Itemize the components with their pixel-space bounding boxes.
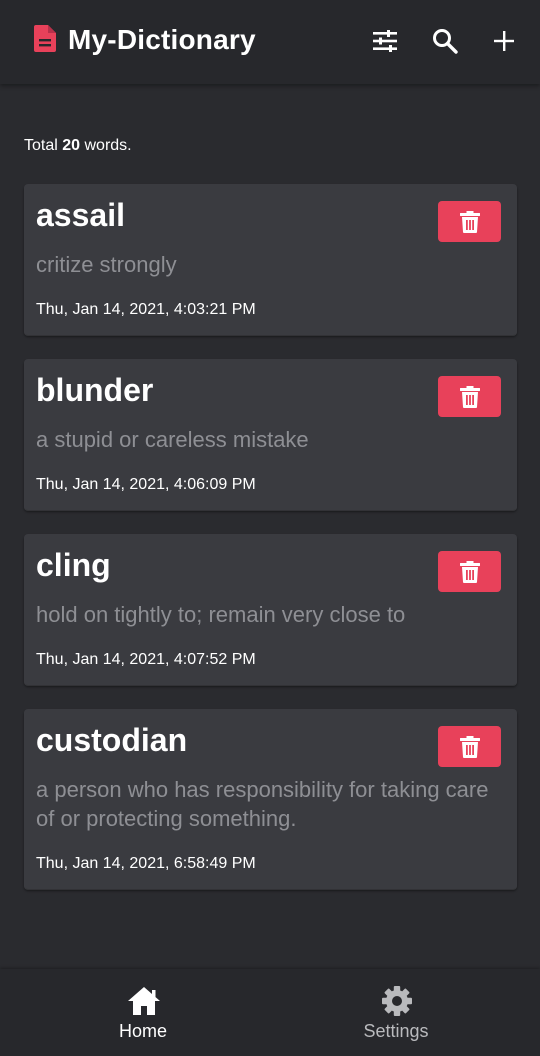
word-date: Thu, Jan 14, 2021, 6:58:49 PM (36, 855, 256, 872)
trash-icon (459, 210, 480, 233)
delete-word-button[interactable] (438, 201, 501, 242)
trash-icon (459, 385, 480, 408)
word-date: Thu, Jan 14, 2021, 4:06:09 PM (36, 476, 256, 493)
app-header: My-Dictionary (0, 0, 540, 84)
nav-home[interactable]: Home (8, 969, 278, 1056)
word-meaning: a person who has responsibility for taki… (36, 777, 489, 831)
nav-settings[interactable]: Settings (261, 969, 531, 1056)
word-meaning: hold on tightly to; remain very close to (36, 602, 406, 627)
nav-settings-label: Settings (363, 1021, 429, 1041)
word-title: assail (36, 197, 125, 233)
app-title: My-Dictionary (68, 24, 256, 55)
app-root: My-Dictionary Total 20 words. assail cri… (0, 0, 540, 1056)
trash-icon (459, 735, 480, 758)
word-title: blunder (36, 372, 154, 408)
word-date: Thu, Jan 14, 2021, 4:07:52 PM (36, 651, 256, 668)
summary-prefix: Total (24, 137, 58, 154)
word-title: custodian (36, 722, 188, 758)
word-card[interactable]: custodian a person who has responsibilit… (24, 709, 517, 889)
word-list: assail critize strongly Thu, Jan 14, 202… (24, 184, 517, 913)
home-icon (128, 987, 160, 1015)
nav-home-label: Home (118, 1021, 167, 1041)
word-date: Thu, Jan 14, 2021, 4:03:21 PM (36, 301, 256, 318)
gear-icon (382, 986, 412, 1016)
search-icon (433, 29, 458, 54)
summary-suffix: words. (84, 137, 132, 154)
word-card[interactable]: cling hold on tightly to; remain very cl… (24, 534, 517, 685)
word-meaning: a stupid or careless mistake (36, 427, 309, 452)
trash-icon (459, 560, 480, 583)
document-icon (34, 25, 56, 52)
add-word-button[interactable] (489, 26, 519, 56)
word-card[interactable]: assail critize strongly Thu, Jan 14, 202… (24, 184, 517, 335)
word-title: cling (36, 547, 111, 583)
search-button[interactable] (430, 26, 460, 56)
filter-button[interactable] (370, 26, 400, 56)
sliders-icon (373, 30, 397, 52)
delete-word-button[interactable] (438, 551, 501, 592)
word-count-summary: Total 20 words. (24, 137, 132, 155)
delete-word-button[interactable] (438, 726, 501, 767)
bottom-navigation: Home Settings (0, 969, 540, 1056)
word-count: 20 (62, 137, 81, 154)
plus-icon (494, 31, 514, 51)
delete-word-button[interactable] (438, 376, 501, 417)
word-meaning: critize strongly (36, 252, 177, 277)
word-card[interactable]: blunder a stupid or careless mistake Thu… (24, 359, 517, 510)
